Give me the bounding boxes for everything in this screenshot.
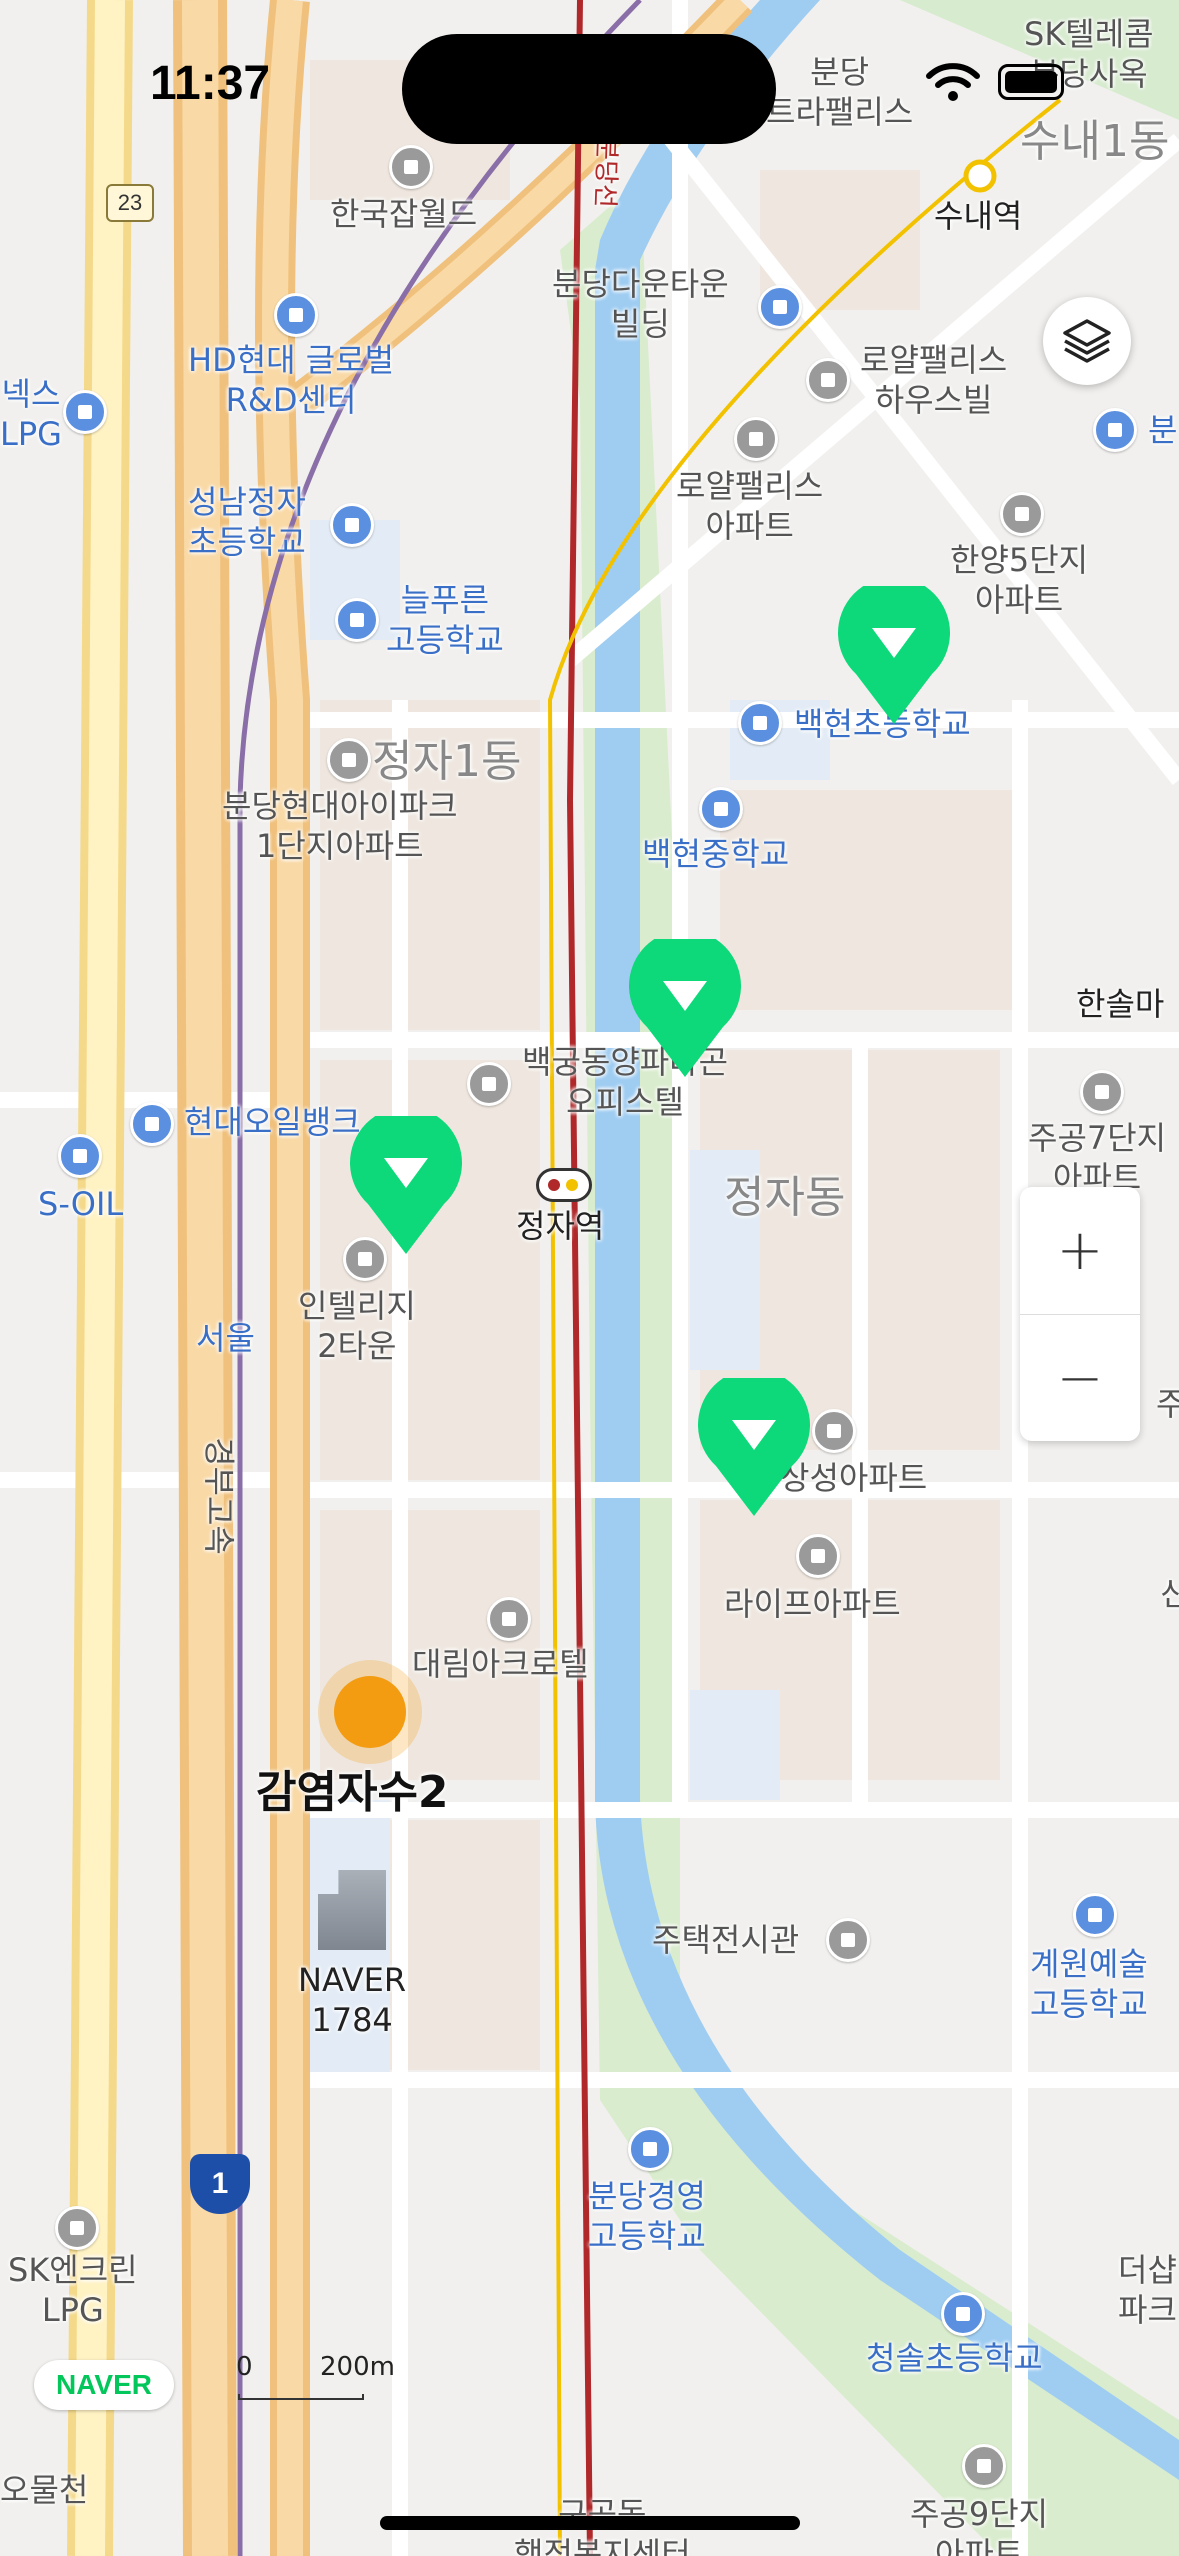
wifi-icon [926, 63, 980, 101]
dynamic-island [402, 34, 776, 144]
label-sunae1dong: 수내1동 [1020, 116, 1170, 167]
label-gyewon-arts: 계원예술 고등학교 [1030, 1945, 1148, 2023]
label-jeongja-dong: 정자동 [724, 1172, 846, 1223]
poi-icon[interactable] [335, 598, 379, 642]
home-indicator[interactable] [380, 2516, 800, 2530]
poi-icon[interactable] [467, 1062, 511, 1106]
scale-bar [238, 2394, 364, 2400]
scale-zero-label: 0 [236, 2352, 253, 2382]
label-cheongsol-elem: 청솔초등학교 [866, 2339, 1043, 2377]
case-pin-icon[interactable] [838, 586, 950, 726]
zoom-out-button[interactable]: − [1020, 1314, 1140, 1442]
label-baekhyun-middle: 백현중학교 [642, 835, 790, 873]
poi-icon[interactable] [738, 701, 782, 745]
label-hd-hyundai: HD현대 글로벌 R&D센터 [188, 341, 395, 419]
label-umulcheon: 오물천 [0, 2471, 89, 2509]
label-hanseol: 한솔마 [1076, 985, 1165, 1023]
poi-icon[interactable] [55, 2206, 99, 2250]
label-intelligent2: 인텔리지 2타운 [298, 1287, 416, 1365]
poi-icon[interactable] [806, 358, 850, 402]
poi-icon[interactable] [130, 1102, 174, 1146]
zoom-control: + − [1020, 1187, 1140, 1441]
label-seoul-tg: 서울 [196, 1319, 255, 1357]
label-bundang-hyundai-ipark: 분당현대아이파크 1단지아파트 [222, 787, 458, 865]
poi-icon[interactable] [487, 1597, 531, 1641]
label-life-apt: 라이프아파트 [724, 1585, 901, 1623]
label-royal-palace-house: 로얄팰리스 하우스빌 [860, 341, 1008, 419]
poi-icon[interactable] [1000, 492, 1044, 536]
poi-icon[interactable] [330, 503, 374, 547]
label-neulpureun-high: 늘푸른 고등학교 [386, 581, 504, 659]
poi-icon[interactable] [796, 1534, 840, 1578]
case-pin-icon[interactable] [350, 1116, 462, 1256]
label-gyeongbu: 경부고속 [199, 1437, 238, 1555]
naver-logo[interactable]: NAVER [34, 2360, 174, 2410]
infection-cluster-marker[interactable] [318, 1660, 422, 1764]
label-bundang-terrace: 분당 트라팰리스 [766, 53, 914, 131]
label-jugong7: 주공7단지 아파트 [1028, 1119, 1167, 1197]
infection-cluster-label[interactable]: 감염자수2 [256, 1756, 449, 1820]
label-hyundai-oilbank: 현대오일뱅크 [184, 1103, 361, 1141]
layers-icon [1063, 319, 1111, 363]
label-bundang-management-high: 분당경영 고등학교 [588, 2177, 706, 2255]
poi-icon[interactable] [63, 390, 107, 434]
case-pin-icon[interactable] [629, 939, 741, 1079]
poi-icon[interactable] [58, 1134, 102, 1178]
label-hanyang5: 한양5단지 아파트 [950, 541, 1089, 619]
poi-icon[interactable] [628, 2127, 672, 2171]
label-royal-palace-apt: 로얄팰리스 아파트 [676, 467, 824, 545]
map-layers-button[interactable] [1043, 297, 1131, 385]
label-jeongja1dong: 정자1동 [372, 736, 522, 787]
label-jugong9: 주공9단지 아파트 [910, 2495, 1049, 2556]
poi-icon[interactable] [699, 787, 743, 831]
label-daelim-arco: 대림아크로텔 [412, 1645, 589, 1683]
label-bun-right: 분 [1148, 411, 1178, 449]
label-bundang-downtown: 분당다운타운 빌딩 [552, 265, 729, 343]
poi-icon[interactable] [941, 2292, 985, 2336]
label-naver1784: NAVER 1784 [298, 1961, 407, 2039]
poi-icon[interactable] [962, 2444, 1006, 2488]
label-housing-hall: 주택전시관 [652, 1921, 800, 1959]
route-23-shield: 23 [106, 184, 154, 222]
label-the-sharp: 더샵 파크 [1118, 2251, 1177, 2329]
label-jeongja-station[interactable]: 정자역 [516, 1206, 604, 1246]
label-hanguk-jabworld: 한국잡월드 [330, 195, 478, 233]
map-scale: 0 200m [236, 2352, 446, 2402]
poi-icon[interactable] [274, 293, 318, 337]
scale-distance-label: 200m [320, 2352, 395, 2382]
label-sin-right: 신 [1160, 1575, 1179, 1613]
map-view[interactable]: 23 1 한국잡월드 HD현대 글로벌 R&D센터 분당다운타운 빌딩 로얄팰리… [0, 0, 1179, 2556]
label-s-oil: S-OIL [38, 1185, 124, 1223]
poi-icon[interactable] [1073, 1893, 1117, 1937]
label-sunae-station[interactable]: 수내역 [934, 196, 1022, 236]
battery-icon [998, 64, 1064, 100]
poi-icon[interactable] [1080, 1070, 1124, 1114]
status-time: 11:37 [150, 57, 271, 110]
poi-icon[interactable] [1093, 408, 1137, 452]
label-sk-encrean-lpg: SK엔크린 LPG [8, 2251, 138, 2329]
route-1-shield: 1 [190, 2154, 250, 2214]
label-jung-right: 주 [1156, 1385, 1179, 1423]
poi-icon[interactable] [826, 1918, 870, 1962]
poi-icon[interactable] [734, 417, 778, 461]
poi-icon[interactable] [327, 738, 371, 782]
zoom-in-button[interactable]: + [1020, 1187, 1140, 1314]
poi-icon[interactable] [812, 1409, 856, 1453]
case-pin-icon[interactable] [698, 1378, 810, 1518]
poi-icon[interactable] [758, 285, 802, 329]
subway-station-icon[interactable] [536, 1168, 592, 1202]
label-seongnam-jeongja-elem: 성남정자 초등학교 [188, 483, 306, 561]
poi-icon[interactable] [389, 145, 433, 189]
label-lpg-left: 넥스 LPG [0, 375, 62, 453]
